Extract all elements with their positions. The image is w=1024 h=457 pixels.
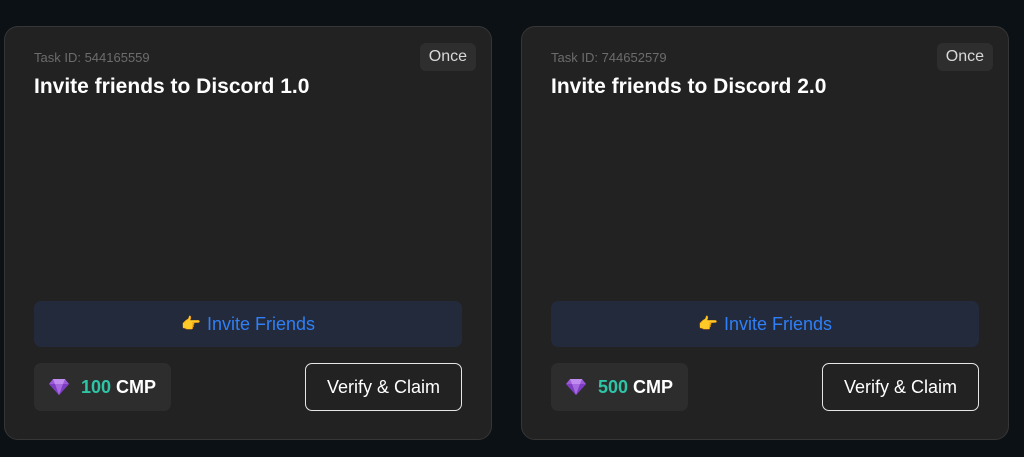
task-id: Task ID: 744652579 bbox=[551, 50, 667, 65]
reward-badge: 100 CMP bbox=[34, 363, 172, 411]
invite-friends-button[interactable]: 👉 Invite Friends bbox=[34, 301, 462, 347]
task-id: Task ID: 544165559 bbox=[34, 50, 150, 65]
pointing-hand-icon: 👉 bbox=[181, 316, 201, 333]
invite-friends-label: Invite Friends bbox=[723, 313, 832, 334]
pointing-hand-icon: 👉 bbox=[698, 316, 718, 333]
verify-claim-button[interactable]: Verify & Claim bbox=[822, 363, 979, 411]
gem-icon bbox=[49, 378, 69, 396]
reward-amount: 100 bbox=[81, 376, 112, 397]
frequency-badge: Once bbox=[936, 43, 993, 71]
reward-unit: CMP bbox=[116, 376, 157, 397]
invite-friends-button[interactable]: 👉 Invite Friends bbox=[551, 301, 979, 347]
task-title: Invite friends to Discord 1.0 bbox=[34, 75, 310, 98]
invite-friends-label: Invite Friends bbox=[206, 313, 315, 334]
reward-unit: CMP bbox=[633, 376, 674, 397]
frequency-badge: Once bbox=[419, 43, 476, 71]
task-title: Invite friends to Discord 2.0 bbox=[551, 75, 827, 98]
reward-badge: 500 CMP bbox=[551, 363, 689, 411]
task-card: Task ID: 744652579 Once Invite friends t… bbox=[521, 26, 1009, 440]
reward-amount: 500 bbox=[598, 376, 629, 397]
task-card: Task ID: 544165559 Once Invite friends t… bbox=[4, 26, 492, 440]
verify-claim-button[interactable]: Verify & Claim bbox=[305, 363, 462, 411]
gem-icon bbox=[566, 378, 586, 396]
